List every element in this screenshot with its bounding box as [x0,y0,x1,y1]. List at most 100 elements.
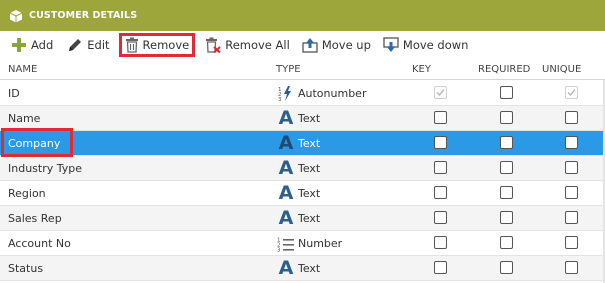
field-name: Company [8,137,61,150]
text-type-icon: A [278,107,294,129]
move-up-label: Move up [321,38,371,52]
arrow-down-icon [383,37,399,52]
arrow-up-icon [302,38,318,53]
panel-titlebar: CUSTOMER DETAILS [0,0,605,31]
field-name: ID [8,87,20,100]
remove-label: Remove [142,38,190,52]
column-header-unique[interactable]: UNIQUE [542,64,581,75]
required-checkbox[interactable] [500,261,513,274]
toolbar: Add Edit Remove Remove All Move up Move … [0,31,605,59]
field-type-label: Text [298,112,321,125]
table-row[interactable]: ID 1 2 3 Autonumber [0,81,605,106]
field-type: A Text [276,134,321,153]
field-name: Account No [8,237,71,250]
field-type: 1 2 3 Autonumber [276,84,366,103]
field-type: A Text [276,159,321,178]
type-icon-wrap: A [276,134,296,153]
move-down-label: Move down [402,38,469,52]
table-row[interactable]: Industry Type A Text [0,156,605,181]
field-type-label: Autonumber [298,87,367,100]
text-type-icon: A [278,257,294,279]
type-icon-wrap: 123 [276,85,296,102]
type-icon-wrap: A [276,209,296,228]
table-row[interactable]: Region A Text [0,181,605,206]
column-header-name[interactable]: NAME [8,64,37,75]
field-name: Industry Type [8,162,83,175]
remove-all-label: Remove All [225,38,290,52]
edit-button[interactable]: Edit [63,33,113,57]
unique-checkbox[interactable] [565,236,578,249]
panel-title: CUSTOMER DETAILS [29,10,138,21]
table-row[interactable]: Account No 1 2 3 Number [0,231,605,256]
table-row[interactable]: Status A Text [0,256,605,281]
table-row[interactable]: Sales Rep A Text [0,206,605,231]
field-name: Name [8,112,41,125]
text-type-icon: A [278,182,294,204]
required-checkbox[interactable] [500,236,513,249]
required-checkbox[interactable] [500,111,513,124]
type-icon-wrap: 123 [276,236,296,252]
unique-checkbox [565,86,578,99]
add-label: Add [31,38,54,52]
trash-icon [125,37,138,53]
key-checkbox[interactable] [434,186,447,199]
type-icon-wrap: A [276,109,296,128]
key-checkbox[interactable] [434,161,447,174]
number-list-icon: 123 [277,237,294,252]
field-type: 1 2 3 Number [276,234,342,253]
svg-text:3: 3 [277,247,281,252]
required-checkbox[interactable] [500,136,513,149]
table-header: NAME TYPE KEY REQUIRED UNIQUE [0,59,605,80]
check-icon [567,89,576,97]
field-type-label: Text [298,162,321,175]
field-type: A Text [276,209,321,228]
required-checkbox[interactable] [500,186,513,199]
unique-checkbox[interactable] [565,211,578,224]
column-header-type[interactable]: TYPE [276,64,301,75]
unique-checkbox[interactable] [565,111,578,124]
move-up-button[interactable]: Move up [298,33,375,57]
field-type-label: Text [298,262,321,275]
key-checkbox[interactable] [434,261,447,274]
pencil-icon [69,39,82,51]
svg-text:3: 3 [278,97,282,102]
text-type-icon: A [278,157,294,179]
field-type-label: Text [298,212,321,225]
field-name: Status [8,262,44,275]
plus-icon [12,38,26,52]
remove-all-button[interactable]: Remove All [201,33,294,57]
required-checkbox[interactable] [500,211,513,224]
column-header-required[interactable]: REQUIRED [478,64,530,75]
required-checkbox[interactable] [500,86,513,99]
field-name: Region [8,187,46,200]
remove-button[interactable]: Remove [118,33,196,57]
edit-label: Edit [87,38,110,52]
unique-checkbox[interactable] [565,261,578,274]
table-row[interactable]: Company A Text [0,131,605,156]
key-checkbox[interactable] [434,111,447,124]
unique-checkbox[interactable] [565,186,578,199]
column-header-key[interactable]: KEY [412,64,431,75]
check-icon [436,89,445,97]
move-down-button[interactable]: Move down [379,33,473,57]
key-checkbox [434,86,447,99]
field-type-label: Text [298,137,321,150]
table-row[interactable]: Name A Text [0,106,605,131]
type-icon-wrap: A [276,159,296,178]
cube-icon [9,9,23,23]
type-icon-wrap: A [276,259,296,278]
add-button[interactable]: Add [7,33,57,57]
field-type: A Text [276,259,321,278]
text-type-icon: A [278,132,294,154]
key-checkbox[interactable] [434,136,447,149]
key-checkbox[interactable] [434,236,447,249]
field-type-label: Text [298,187,321,200]
unique-checkbox[interactable] [565,136,578,149]
field-name: Sales Rep [8,212,62,225]
required-checkbox[interactable] [500,161,513,174]
autonumber-icon: 123 [278,86,291,102]
key-checkbox[interactable] [434,211,447,224]
text-type-icon: A [278,207,294,229]
field-type: A Text [276,182,321,204]
unique-checkbox[interactable] [565,161,578,174]
